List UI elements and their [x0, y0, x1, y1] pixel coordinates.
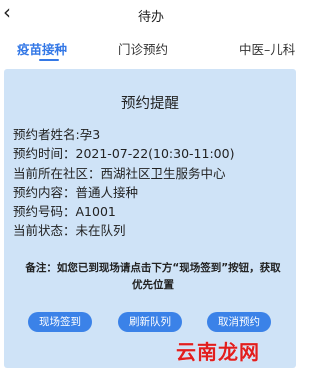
card-title: 预约提醒	[121, 96, 179, 112]
info-row-community: 当前所在社区：西湖社区卫生服务中心	[13, 165, 226, 181]
refresh-queue-button[interactable]: 刷新队列	[118, 312, 182, 332]
top-bar: ‹ 待办	[0, 0, 302, 28]
active-tab-indicator	[39, 59, 59, 61]
info-row-content: 预约内容：普通人接种	[13, 184, 139, 200]
info-row-number: 预约号码：A1001	[13, 204, 116, 220]
watermark-logo: 云南龙网	[176, 340, 260, 364]
info-row-status: 当前状态：未在队列	[13, 223, 126, 239]
cancel-appointment-button[interactable]: 取消预约	[207, 312, 271, 332]
note-text: 备注：如您已到现场请点击下方“现场签到”按钮，获取优先位置	[25, 262, 281, 291]
todo-page: ‹ 待办 疫苗接种 门诊预约 中医–儿科 预约提醒 预约者姓名:孕3 预约时间：…	[0, 0, 302, 373]
tab-tcm-pediatrics[interactable]: 中医–儿科	[239, 39, 295, 58]
tab-outpatient[interactable]: 门诊预约	[118, 39, 168, 58]
checkin-button[interactable]: 现场签到	[28, 312, 92, 332]
page-title: 待办	[137, 10, 164, 25]
info-row-time: 预约时间：2021-07-22(10:30-11:00)	[13, 146, 235, 162]
info-row-name: 预约者姓名:孕3	[13, 127, 101, 142]
appointment-reminder-card: 预约提醒 预约者姓名:孕3 预约时间：2021-07-22(10:30-11:0…	[4, 69, 296, 368]
appointment-info: 预约者姓名:孕3 预约时间：2021-07-22(10:30-11:00) 当前…	[13, 125, 293, 241]
tab-bar: 疫苗接种 门诊预约 中医–儿科	[0, 32, 302, 62]
tab-vaccination[interactable]: 疫苗接种	[17, 39, 67, 58]
